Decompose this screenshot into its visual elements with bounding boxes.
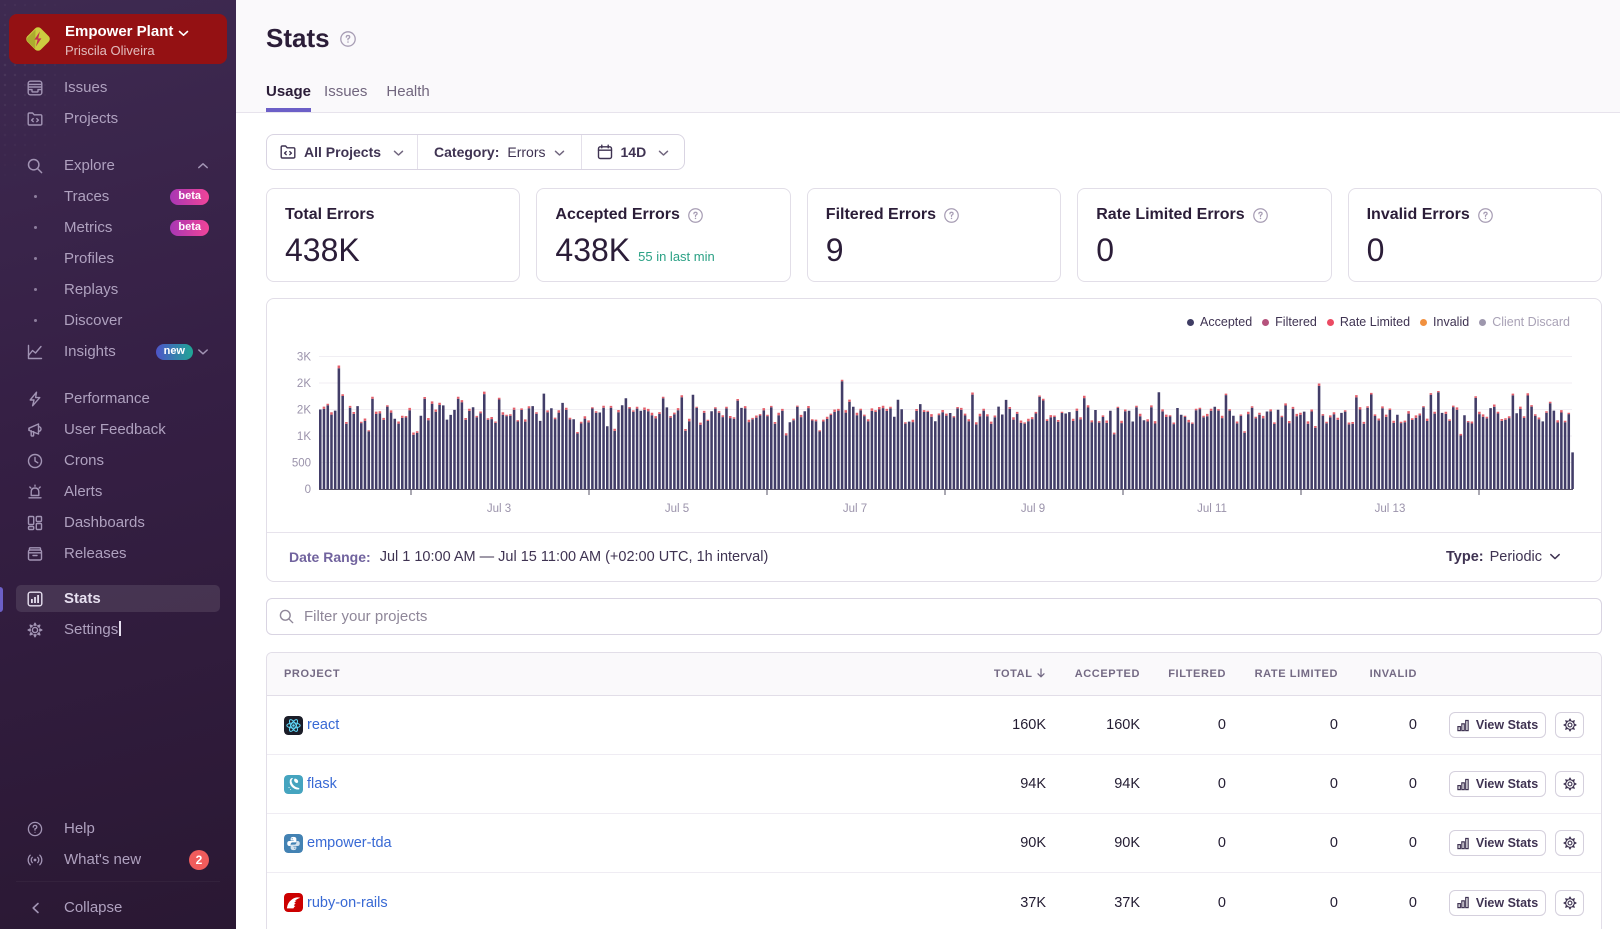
svg-text:500: 500 [292,458,311,470]
svg-text:3K: 3K [297,352,311,364]
svg-text:Jul 9: Jul 9 [1021,503,1045,515]
svg-text:1K: 1K [297,431,311,443]
svg-text:0: 0 [305,484,311,496]
svg-text:2K: 2K [297,378,311,390]
svg-text:Jul 5: Jul 5 [665,503,689,515]
svg-text:2K: 2K [297,405,311,417]
svg-text:Jul 11: Jul 11 [1197,503,1227,515]
svg-text:Jul 3: Jul 3 [487,503,511,515]
svg-text:Jul 13: Jul 13 [1375,503,1406,515]
svg-text:Jul 7: Jul 7 [843,503,867,515]
